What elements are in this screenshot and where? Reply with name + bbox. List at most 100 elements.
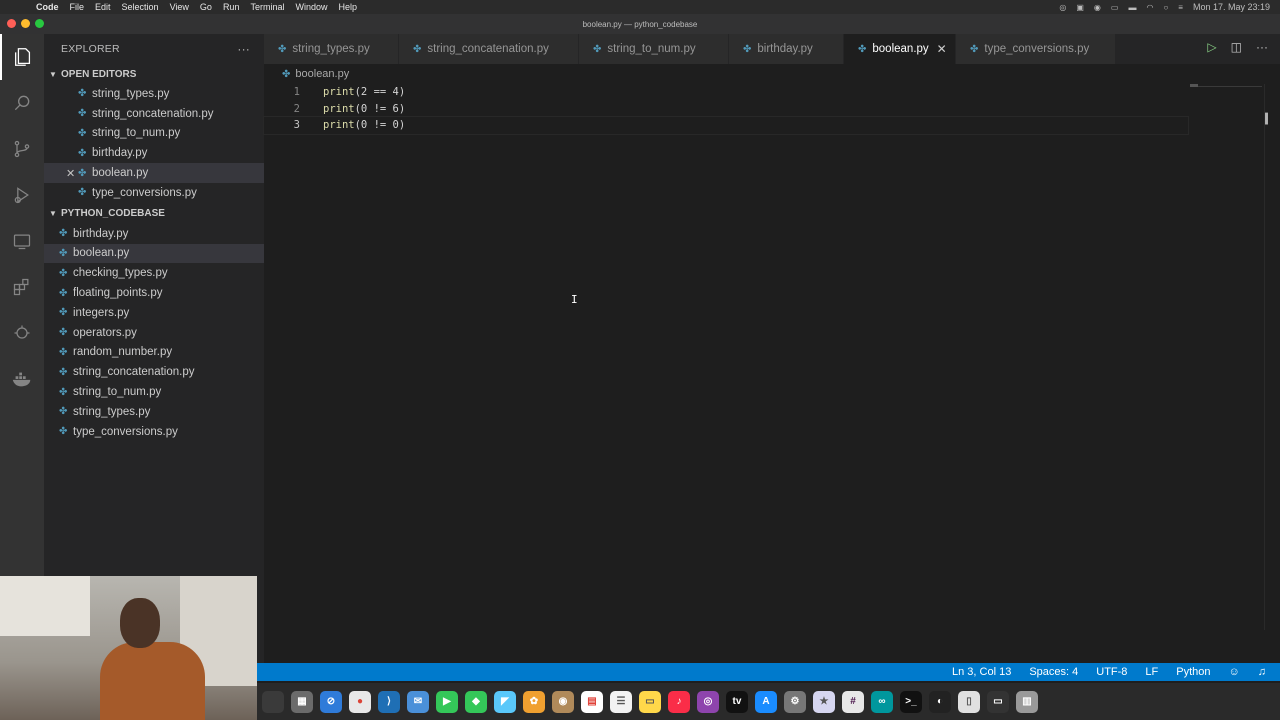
testing-icon[interactable] — [0, 310, 44, 356]
menu-selection[interactable]: Selection — [122, 2, 159, 12]
file-item[interactable]: ✤ checking_types.py — [44, 263, 264, 283]
open-editors-section[interactable]: ▼ OPEN EDITORS — [44, 64, 264, 84]
obs-icon[interactable]: ◐ — [929, 690, 951, 713]
code-text[interactable]: print(0 != 0) — [323, 119, 405, 131]
open-editor-item[interactable]: ✤ birthday.py — [44, 143, 264, 163]
camera-icon[interactable]: ▣ — [1076, 3, 1084, 12]
language-mode[interactable]: Python — [1176, 666, 1210, 678]
more-actions-icon[interactable]: ··· — [237, 42, 250, 56]
code-editor[interactable]: 1 print(2 == 4) 2 print(0 != 6) 3 print(… — [263, 84, 1264, 664]
file-item[interactable]: ✤ operators.py — [44, 323, 264, 343]
photos-icon[interactable]: ✿ — [523, 690, 545, 713]
menu-edit[interactable]: Edit — [95, 2, 111, 12]
notifications-icon[interactable]: ♫ — [1258, 666, 1266, 678]
line-ending[interactable]: LF — [1145, 666, 1158, 678]
chrome-icon[interactable]: ● — [349, 690, 371, 713]
docker-icon[interactable] — [0, 356, 44, 402]
tv-icon[interactable]: tv — [726, 690, 748, 713]
safari-icon[interactable]: ⊘ — [320, 690, 342, 713]
system-preferences-icon[interactable]: ⚙ — [784, 690, 806, 713]
tab-birthday[interactable]: ✤ birthday.py — [729, 34, 844, 64]
tab-string-concatenation[interactable]: ✤ string_concatenation.py — [399, 34, 579, 64]
breadcrumb[interactable]: ✤ boolean.py — [264, 64, 349, 84]
file-item[interactable]: ✤ integers.py — [44, 303, 264, 323]
contacts-icon[interactable]: ◉ — [552, 690, 574, 713]
split-editor-icon[interactable]: ◫ — [1231, 40, 1242, 54]
messages-icon[interactable]: ◆ — [465, 690, 487, 713]
cursor-position[interactable]: Ln 3, Col 13 — [952, 666, 1011, 678]
vscode-icon[interactable]: ⟩ — [378, 690, 400, 713]
close-tab-icon[interactable]: ✕ — [937, 42, 947, 56]
indentation[interactable]: Spaces: 4 — [1029, 666, 1078, 678]
file-item[interactable]: ✤ floating_points.py — [44, 283, 264, 303]
code-text[interactable]: print(2 == 4) — [323, 86, 405, 98]
minimap-slider[interactable] — [1190, 84, 1198, 87]
breadcrumb-file[interactable]: boolean.py — [295, 68, 349, 80]
extensions-icon[interactable] — [0, 264, 44, 310]
search-icon[interactable] — [0, 80, 44, 126]
project-section[interactable]: ▼ PYTHON_CODEBASE — [44, 204, 264, 224]
reminders-icon[interactable]: ☰ — [610, 690, 632, 713]
control-center-icon[interactable]: ≡ — [1178, 3, 1183, 12]
open-editor-item[interactable]: ✤ string_types.py — [44, 84, 264, 104]
code-line-current[interactable]: 3 print(0 != 0) — [263, 116, 1189, 135]
sync-icon[interactable]: ◎ — [1059, 3, 1066, 12]
music-icon[interactable]: ♪ — [668, 690, 690, 713]
file-item[interactable]: ✤ string_concatenation.py — [44, 362, 264, 382]
mail-icon[interactable]: ✉ — [407, 690, 429, 713]
menu-app[interactable]: Code — [36, 2, 59, 12]
slack-icon[interactable]: # — [842, 690, 864, 713]
tab-type-conversions[interactable]: ✤ type_conversions.py — [956, 34, 1116, 64]
menu-go[interactable]: Go — [200, 2, 212, 12]
menu-terminal[interactable]: Terminal — [250, 2, 284, 12]
clock[interactable]: Mon 17. May 23:19 — [1193, 2, 1270, 12]
close-window-button[interactable] — [7, 19, 16, 28]
launchpad-icon[interactable]: ▦ — [291, 690, 313, 713]
record-icon[interactable]: ◉ — [1094, 3, 1101, 12]
run-file-icon[interactable]: ▷ — [1207, 40, 1216, 54]
cast-icon[interactable]: ▭ — [1111, 3, 1119, 12]
calendar-icon[interactable]: ▤ — [581, 690, 603, 713]
tab-string-types[interactable]: ✤ string_types.py — [264, 34, 399, 64]
menu-view[interactable]: View — [170, 2, 189, 12]
remote-explorer-icon[interactable] — [0, 218, 44, 264]
open-editor-item[interactable]: ✤ type_conversions.py — [44, 183, 264, 203]
screen-recorder-icon[interactable]: ▭ — [987, 690, 1009, 713]
file-item[interactable]: ✤ type_conversions.py — [44, 422, 264, 442]
maps-icon[interactable]: ◤ — [494, 690, 516, 713]
feedback-icon[interactable]: ☺ — [1229, 666, 1240, 678]
search-icon[interactable]: ○ — [1163, 3, 1168, 12]
zoom-window-button[interactable] — [35, 19, 44, 28]
notes-icon[interactable]: ▭ — [639, 690, 661, 713]
menu-help[interactable]: Help — [338, 2, 357, 12]
file-item[interactable]: ✤ random_number.py — [44, 343, 264, 363]
encoding[interactable]: UTF-8 — [1096, 666, 1127, 678]
code-text[interactable]: print(0 != 6) — [323, 103, 405, 115]
code-line[interactable]: 1 print(2 == 4) — [264, 84, 1264, 101]
open-editor-item[interactable]: ✤ string_to_num.py — [44, 124, 264, 144]
minimap[interactable] — [1190, 86, 1262, 87]
podcasts-icon[interactable]: ◎ — [697, 690, 719, 713]
minimize-window-button[interactable] — [21, 19, 30, 28]
arduino-icon[interactable]: ∞ — [871, 690, 893, 713]
menu-file[interactable]: File — [70, 2, 85, 12]
terminal-icon[interactable]: >_ — [900, 690, 922, 713]
trash-icon[interactable]: ▥ — [1016, 690, 1038, 713]
wifi-icon[interactable]: ◠ — [1146, 3, 1153, 12]
explorer-icon[interactable] — [0, 34, 44, 80]
open-editor-item[interactable]: ✤ string_concatenation.py — [44, 104, 264, 124]
tab-string-to-num[interactable]: ✤ string_to_num.py — [579, 34, 729, 64]
finder-icon[interactable] — [262, 690, 284, 713]
code-line[interactable]: 2 print(0 != 6) — [264, 101, 1264, 118]
facetime-icon[interactable]: ▶ — [436, 690, 458, 713]
file-item[interactable]: ✤ string_to_num.py — [44, 382, 264, 402]
open-editor-item-selected[interactable]: ✕ ✤ boolean.py — [44, 163, 264, 183]
file-item[interactable]: ✤ birthday.py — [44, 224, 264, 244]
bookmark-icon[interactable]: ★ — [813, 690, 835, 713]
document-icon[interactable]: ▯ — [958, 690, 980, 713]
menu-window[interactable]: Window — [295, 2, 327, 12]
file-item-selected[interactable]: ✤ boolean.py — [44, 243, 264, 264]
file-item[interactable]: ✤ string_types.py — [44, 402, 264, 422]
close-editor-icon[interactable]: ✕ — [66, 167, 78, 180]
run-debug-icon[interactable] — [0, 172, 44, 218]
